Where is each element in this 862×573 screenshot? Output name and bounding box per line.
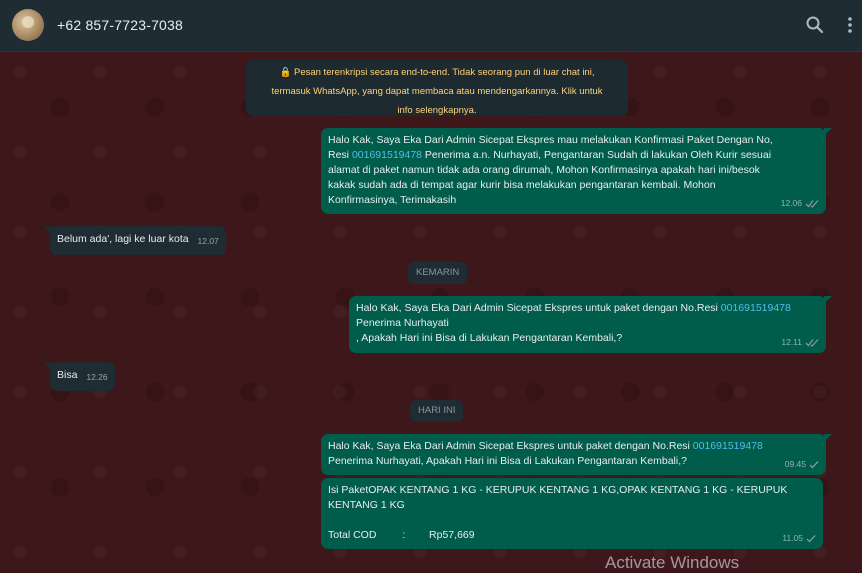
resi-link[interactable]: 001691519478 (352, 149, 422, 161)
cod-value: Rp57,669 (429, 529, 475, 541)
message-meta: 09.45 (785, 457, 819, 472)
message-meta: 11.05 (782, 531, 816, 546)
message-time: 12.06 (780, 198, 802, 208)
message-text: Belum ada', lagi ke luar kota (57, 233, 189, 245)
menu-icon[interactable] (843, 14, 857, 36)
contact-avatar[interactable] (12, 9, 44, 41)
encryption-notice-line: info selengkapnya. (397, 105, 477, 116)
double-check-icon (805, 200, 819, 208)
contact-name[interactable]: +62 857-7723-7038 (57, 17, 183, 33)
date-divider: HARI INI (410, 400, 464, 422)
message-time: 09.45 (784, 459, 806, 469)
search-icon[interactable] (804, 14, 826, 36)
incoming-message[interactable]: Belum ada', lagi ke luar kota 12.07 (44, 226, 226, 255)
message-meta: 12.06 (781, 196, 819, 211)
incoming-message[interactable]: Bisa 12.26 (44, 362, 115, 391)
message-text: Halo Kak, Saya Eka Dari Admin Sicepat Ek… (356, 302, 791, 344)
message-time: 12.26 (86, 372, 108, 382)
single-check-icon (809, 461, 819, 469)
encryption-notice-line: 🔒 Pesan terenkripsi secara end-to-end. T… (279, 67, 595, 78)
resi-link[interactable]: 001691519478 (693, 440, 763, 452)
message-time: 12.07 (197, 236, 219, 246)
outgoing-message[interactable]: Halo Kak, Saya Eka Dari Admin Sicepat Ek… (321, 128, 832, 214)
cod-label: Total COD (328, 529, 377, 541)
double-check-icon (805, 339, 819, 347)
message-time: 11.05 (782, 533, 803, 543)
outgoing-message[interactable]: Halo Kak, Saya Eka Dari Admin Sicepat Ek… (321, 434, 832, 475)
single-check-icon (806, 535, 816, 543)
outgoing-message[interactable]: Isi PaketOPAK KENTANG 1 KG - KERUPUK KEN… (321, 478, 823, 549)
message-time: 12.11 (781, 337, 802, 347)
outgoing-message[interactable]: Halo Kak, Saya Eka Dari Admin Sicepat Ek… (349, 296, 832, 353)
cod-separator: : (402, 529, 406, 541)
message-text: Isi PaketOPAK KENTANG 1 KG - KERUPUK KEN… (328, 484, 788, 541)
date-divider: KEMARIN (408, 262, 468, 284)
message-text: Halo Kak, Saya Eka Dari Admin Sicepat Ek… (328, 440, 763, 467)
message-meta: 12.11 (781, 335, 819, 350)
message-text: Halo Kak, Saya Eka Dari Admin Sicepat Ek… (328, 134, 773, 206)
chat-header: +62 857-7723-7038 (0, 0, 862, 52)
encryption-notice-line: termasuk WhatsApp, yang dapat membaca at… (271, 86, 603, 97)
message-text: Bisa (57, 369, 78, 381)
windows-activation-watermark: Activate Windows (605, 553, 740, 572)
resi-link[interactable]: 001691519478 (721, 302, 791, 314)
encryption-notice[interactable]: 🔒 Pesan terenkripsi secara end-to-end. T… (246, 60, 628, 116)
